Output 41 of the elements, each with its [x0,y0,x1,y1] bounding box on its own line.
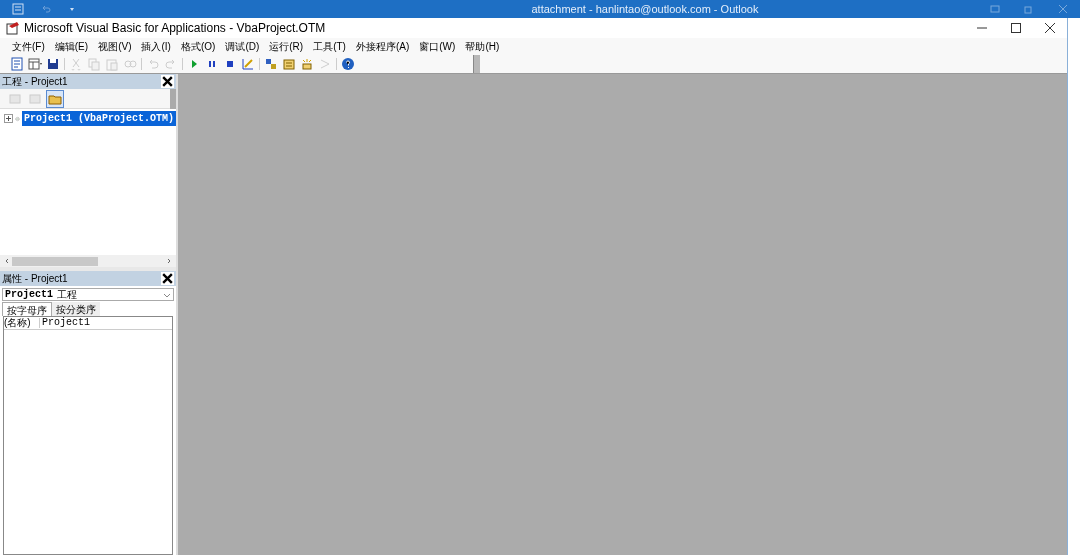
view-icon[interactable] [8,55,26,73]
app-logo-icon [6,21,20,35]
property-value[interactable]: Project1 [40,318,90,328]
window-title: Microsoft Visual Basic for Applications - VbaProject.OTM [24,20,326,37]
tab[interactable]: 按分类序 [52,302,100,316]
menu-item[interactable]: 文件(F) [12,39,45,54]
outlook-window-title: attachment - hanlintao@outlook.com - Outlook [530,1,760,17]
menu-item[interactable]: 视图(V) [98,39,132,54]
folders-icon[interactable] [46,89,64,108]
toolbar-grip[interactable] [473,55,480,73]
window-icon[interactable] [990,4,1000,14]
horizontal-scrollbar[interactable] [0,255,176,267]
menu-item[interactable]: 工具(T) [313,39,346,54]
menu-item[interactable]: 窗口(W) [419,39,456,54]
pane-title: 工程 - Project1 [2,75,68,89]
close-icon[interactable] [161,75,174,88]
maximize-icon[interactable] [1011,23,1021,33]
undo-icon[interactable] [40,3,52,15]
restore-icon[interactable] [1024,4,1034,14]
insert-icon[interactable] [26,55,44,73]
scroll-grip[interactable] [170,89,176,109]
tree-item[interactable]: Project1 (VbaProject.OTM) [21,111,176,126]
property-name: (名称) [4,318,40,328]
help-icon[interactable] [339,55,357,73]
expand-toggle[interactable] [4,114,13,123]
tab[interactable]: 按字母序 [2,302,52,316]
menu-item[interactable]: 运行(R) [269,39,304,54]
menu-item[interactable]: 帮助(H) [465,39,500,54]
menu-item[interactable]: 编辑(E) [54,39,89,54]
menu-item[interactable]: 格式(O) [180,39,216,54]
send-receive-icon[interactable] [12,3,24,15]
scroll-right-icon[interactable] [166,258,172,264]
menu-item[interactable]: 调试(D) [225,39,260,54]
object-dropdown[interactable]: Project1 工程 [2,288,174,301]
close-icon[interactable] [161,272,174,285]
menu-item[interactable]: 外接程序(A) [355,39,410,54]
pane-title: 属性 - Project1 [2,272,68,286]
dropdown-icon[interactable] [68,5,76,13]
scroll-left-icon[interactable] [4,258,10,264]
close-icon[interactable] [1045,23,1055,33]
menu-item[interactable]: 插入(I) [141,39,171,54]
